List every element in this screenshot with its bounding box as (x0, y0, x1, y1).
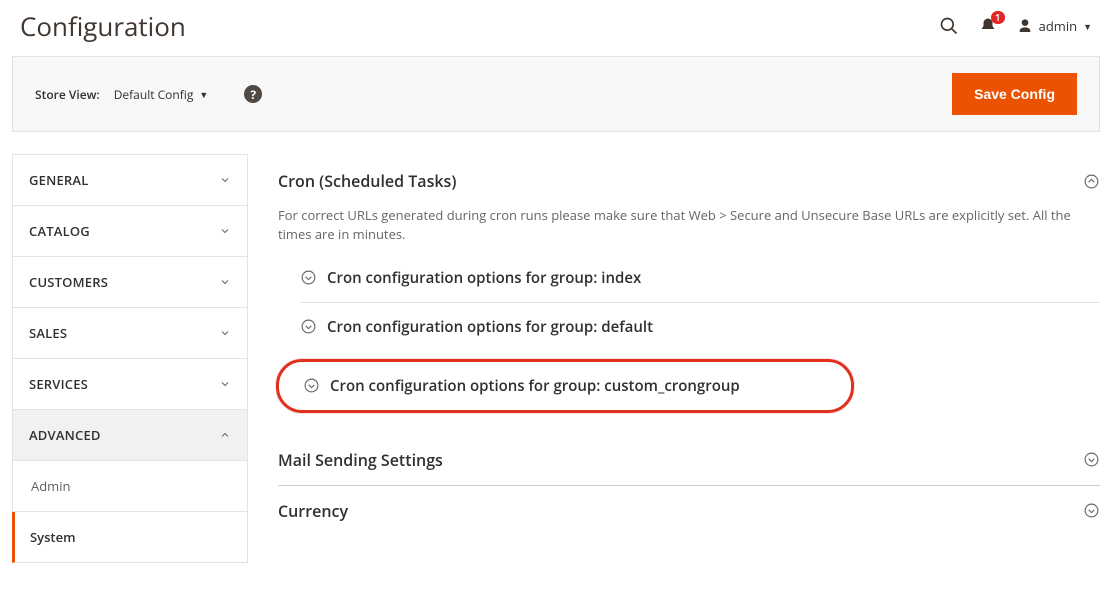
expand-down-icon (300, 269, 317, 286)
expand-down-icon (300, 318, 317, 335)
expand-down-icon (1083, 451, 1100, 468)
section-cron[interactable]: Cron (Scheduled Tasks) (278, 170, 1100, 192)
sidebar-section-advanced[interactable]: ADVANCED (12, 410, 248, 461)
search-icon[interactable] (939, 16, 959, 36)
storeview-value: Default Config (114, 86, 194, 103)
notifications-icon[interactable]: 1 (979, 17, 997, 35)
chevron-up-icon (219, 429, 231, 441)
sidebar-item-system[interactable]: System (12, 512, 248, 563)
notification-badge: 1 (991, 11, 1005, 24)
storeview-label: Store View: (35, 86, 100, 103)
caret-down-icon: ▼ (1083, 20, 1092, 33)
save-config-button[interactable]: Save Config (952, 73, 1077, 115)
cron-note: For correct URLs generated during cron r… (278, 206, 1100, 244)
chevron-down-icon (219, 327, 231, 339)
chevron-down-icon (219, 225, 231, 237)
collapse-up-icon (1083, 173, 1100, 190)
chevron-down-icon (219, 174, 231, 186)
sidebar-item-admin[interactable]: Admin (12, 461, 248, 512)
cron-group-default[interactable]: Cron configuration options for group: de… (300, 302, 1100, 351)
sidebar-section-customers[interactable]: CUSTOMERS (12, 257, 248, 308)
section-currency[interactable]: Currency (278, 500, 1100, 522)
sidebar-section-services[interactable]: SERVICES (12, 359, 248, 410)
page-title: Configuration (20, 8, 186, 44)
cron-group-custom[interactable]: Cron configuration options for group: cu… (276, 359, 854, 413)
cron-group-index[interactable]: Cron configuration options for group: in… (300, 254, 1100, 302)
chevron-down-icon (219, 378, 231, 390)
expand-down-icon (1083, 502, 1100, 519)
section-mail[interactable]: Mail Sending Settings (278, 449, 1100, 471)
caret-down-icon: ▼ (199, 88, 208, 101)
help-icon[interactable]: ? (244, 85, 262, 103)
main-content: Cron (Scheduled Tasks) For correct URLs … (278, 154, 1100, 563)
config-sidebar: GENERAL CATALOG CUSTOMERS SALES SERV (12, 154, 248, 563)
sidebar-section-general[interactable]: GENERAL (12, 154, 248, 206)
user-menu[interactable]: admin ▼ (1017, 17, 1092, 35)
user-label: admin (1039, 17, 1077, 35)
sidebar-section-sales[interactable]: SALES (12, 308, 248, 359)
sidebar-section-catalog[interactable]: CATALOG (12, 206, 248, 257)
expand-down-icon (303, 377, 320, 394)
user-icon (1017, 18, 1033, 34)
chevron-down-icon (219, 276, 231, 288)
storeview-select[interactable]: Default Config ▼ (114, 86, 209, 103)
